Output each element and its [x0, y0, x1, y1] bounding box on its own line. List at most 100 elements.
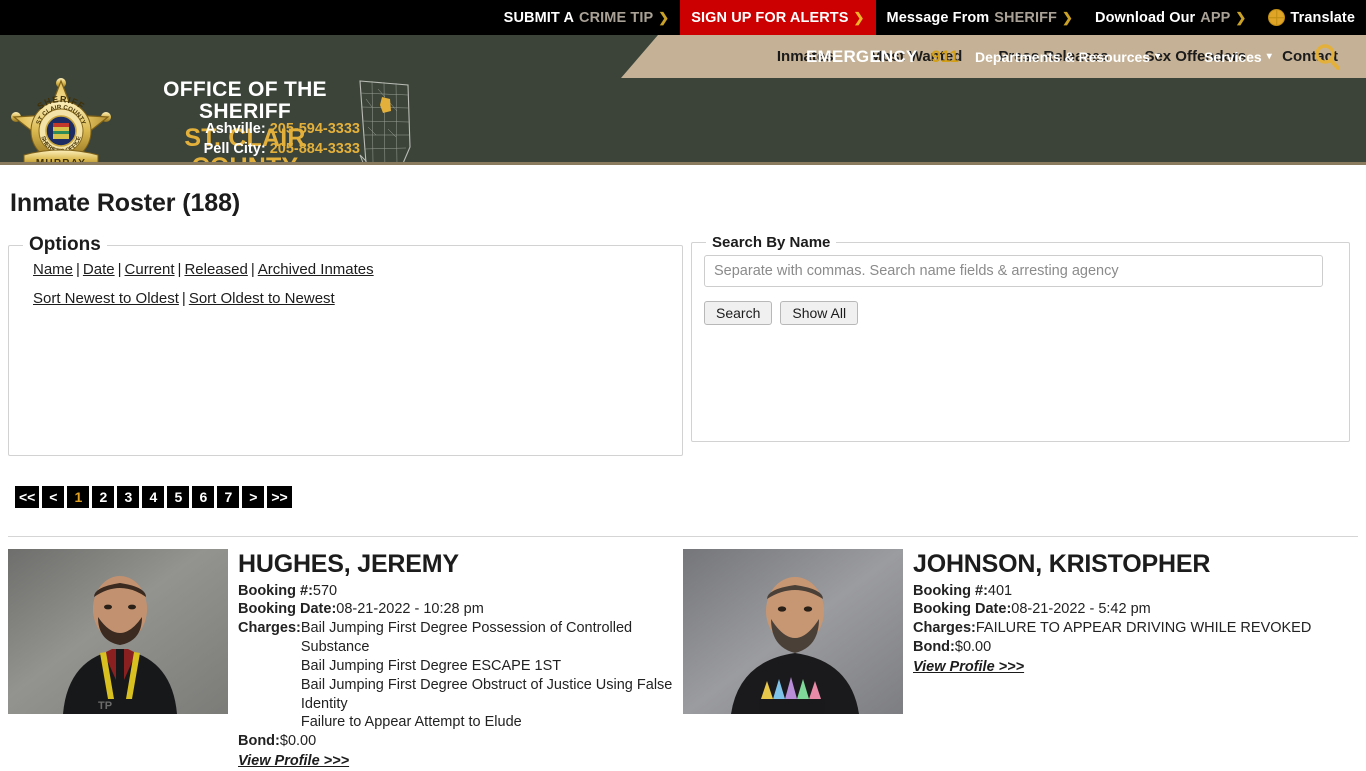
- inmate-details: JOHNSON, KRISTOPHER Booking #:401 Bookin…: [913, 549, 1311, 677]
- booking-number-label: Booking #:: [238, 582, 313, 599]
- page-content: Inmate Roster (188) Options Name | Date | Cu…: [0, 189, 1366, 771]
- mugshot-photo[interactable]: TP: [8, 549, 228, 714]
- charge-item: Failure to Appear Attempt to Elude: [300, 714, 522, 731]
- inmate-booking-date: Booking Date:08-21-2022 - 5:42 pm: [913, 600, 1311, 619]
- bond-value: $0.00: [279, 733, 317, 750]
- topbar-download-app[interactable]: Download Our APP ❯: [1084, 0, 1257, 35]
- inmate-card: JOHNSON, KRISTOPHER Booking #:401 Bookin…: [683, 549, 1358, 771]
- phone-pellcity: Pell City: 205-884-3333: [130, 140, 360, 160]
- nav-departments-resources-label: Departments & Resources: [975, 49, 1151, 65]
- option-date[interactable]: Date: [83, 261, 115, 278]
- options-legend: Options: [29, 234, 101, 255]
- charges-label: Charges:: [913, 620, 976, 637]
- option-released[interactable]: Released: [184, 261, 247, 278]
- options-row-sort: Sort Newest to Oldest | Sort Oldest to New…: [33, 285, 670, 314]
- roster-divider: [8, 536, 1358, 537]
- emergency-number[interactable]: 911: [931, 47, 958, 67]
- topbar-submit-crime-tip[interactable]: SUBMIT A CRIME TIP ❯: [493, 0, 681, 35]
- topbar-sign-up-alerts[interactable]: SIGN UP FOR ALERTS ❯: [680, 0, 876, 35]
- pagination-prev[interactable]: <: [42, 486, 65, 508]
- search-button[interactable]: Search: [704, 301, 773, 325]
- pagination-next[interactable]: >: [242, 486, 265, 508]
- pagination-first[interactable]: <<: [15, 486, 40, 508]
- phone-pellcity-number[interactable]: 205-884-3333: [270, 141, 360, 157]
- topbar-item-pre: SUBMIT A: [503, 9, 575, 26]
- booking-number-label: Booking #:: [913, 582, 988, 599]
- booking-date-value: 08-21-2022 - 5:42 pm: [1011, 601, 1151, 618]
- mugshot-photo[interactable]: [683, 549, 903, 714]
- option-current[interactable]: Current: [125, 261, 175, 278]
- topbar-item-accent: CRIME TIP: [579, 9, 654, 26]
- topbar-translate[interactable]: Translate: [1257, 0, 1366, 35]
- inmate-charges: Charges: Bail Jumping First Degree Posse…: [238, 619, 683, 732]
- bond-label: Bond:: [913, 639, 955, 656]
- pagination-page-3[interactable]: 3: [117, 486, 140, 508]
- bond-value: $0.00: [954, 639, 992, 656]
- view-profile-link[interactable]: View Profile >>>: [238, 752, 349, 771]
- search-buttons: Search Show All: [704, 301, 1337, 325]
- option-separator: |: [250, 261, 255, 278]
- charge-list: FAILURE TO APPEAR DRIVING WHILE REVOKED: [976, 619, 1311, 638]
- search-legend: Search By Name: [712, 234, 831, 251]
- nav-services-label: Services: [1204, 49, 1262, 65]
- booking-date-value: 08-21-2022 - 10:28 pm: [336, 601, 484, 618]
- pagination-page-1[interactable]: 1: [67, 486, 90, 508]
- charge-item: Bail Jumping First Degree Obstruct of Ju…: [300, 676, 673, 712]
- nav-departments-resources[interactable]: Departments & Resources ▾: [975, 49, 1160, 65]
- booking-date-label: Booking Date:: [238, 601, 337, 618]
- emergency-label: EMERGENCY: [806, 47, 918, 66]
- pagination-page-5[interactable]: 5: [167, 486, 190, 508]
- search-icon: [1315, 44, 1340, 70]
- sheriff-badge-logo[interactable]: ST CLAIR COUNTY SHERIFF'S OFFICE SHERIFF…: [8, 71, 114, 165]
- inmate-name: HUGHES, JEREMY: [238, 550, 459, 578]
- phone-ashville-number[interactable]: 205-594-3333: [270, 121, 360, 137]
- option-sort-oldest-to-newest[interactable]: Sort Oldest to Newest: [189, 290, 335, 307]
- pagination-last[interactable]: >>: [267, 486, 292, 508]
- option-archived-inmates[interactable]: Archived Inmates: [258, 261, 374, 278]
- inmate-details: HUGHES, JEREMY Booking #:570 Booking Dat…: [238, 549, 683, 771]
- booking-date-label: Booking Date:: [913, 601, 1012, 618]
- pagination-page-4[interactable]: 4: [142, 486, 165, 508]
- view-profile-link[interactable]: View Profile >>>: [913, 658, 1024, 677]
- inmate-card: TP HUGHES, JEREMY Booking #:570 Booking …: [8, 549, 683, 771]
- inmate-name: JOHNSON, KRISTOPHER: [913, 550, 1211, 578]
- option-name[interactable]: Name: [33, 261, 73, 278]
- topbar-item-accent: APP: [1200, 9, 1231, 26]
- pagination: << < 1 2 3 4 5 6 7 > >>: [15, 486, 1358, 508]
- inmate-booking-number: Booking #:401: [913, 582, 1311, 601]
- chevron-right-icon: ❯: [658, 9, 670, 25]
- svg-text:TP: TP: [98, 700, 112, 712]
- phone-block: Ashville: 205-594-3333 Pell City: 205-88…: [130, 120, 360, 159]
- pagination-page-7[interactable]: 7: [217, 486, 240, 508]
- topbar-item-pre: Message From: [886, 9, 990, 26]
- option-separator: |: [181, 289, 186, 307]
- nav-item-contact[interactable]: Contact: [1264, 48, 1356, 65]
- inmate-booking-number: Booking #:570: [238, 582, 683, 601]
- option-separator: |: [76, 261, 80, 278]
- search-panel: Search By Name Search Show All: [691, 234, 1350, 442]
- inmate-booking-date: Booking Date:08-21-2022 - 10:28 pm: [238, 600, 683, 619]
- panels-row: Options Name | Date | Current | Released | Archi…: [8, 234, 1358, 456]
- pagination-page-2[interactable]: 2: [92, 486, 115, 508]
- charge-item: FAILURE TO APPEAR DRIVING WHILE REVOKED: [975, 620, 1312, 637]
- pagination-page-6[interactable]: 6: [192, 486, 215, 508]
- bond-label: Bond:: [238, 733, 280, 750]
- inmate-charges: Charges: FAILURE TO APPEAR DRIVING WHILE…: [913, 619, 1311, 638]
- header-search-button[interactable]: [1312, 35, 1342, 79]
- charge-item: Bail Jumping First Degree Possession of …: [300, 620, 633, 656]
- site-header: Inmates Most Wanted Press Releases Sex O…: [0, 35, 1366, 165]
- charge-list: Bail Jumping First Degree Possession of …: [301, 619, 683, 732]
- phone-pellcity-label: Pell City:: [203, 140, 266, 157]
- inmate-bond: Bond:$0.00: [913, 638, 1311, 657]
- phone-ashville-label: Ashville:: [205, 121, 266, 137]
- search-input[interactable]: [704, 255, 1323, 287]
- charges-label: Charges:: [238, 620, 301, 637]
- option-sort-newest-to-oldest[interactable]: Sort Newest to Oldest: [33, 290, 179, 307]
- nav-services[interactable]: Services ▾: [1204, 49, 1272, 65]
- topbar-item-pre: Download Our: [1095, 9, 1196, 26]
- show-all-button[interactable]: Show All: [780, 301, 859, 325]
- chevron-down-icon: ▾: [1266, 51, 1272, 62]
- emergency-block: EMERGENCY 911: [806, 35, 959, 79]
- topbar-message-from-sheriff[interactable]: Message From SHERIFF ❯: [876, 0, 1084, 35]
- page-title: Inmate Roster (188): [10, 189, 241, 217]
